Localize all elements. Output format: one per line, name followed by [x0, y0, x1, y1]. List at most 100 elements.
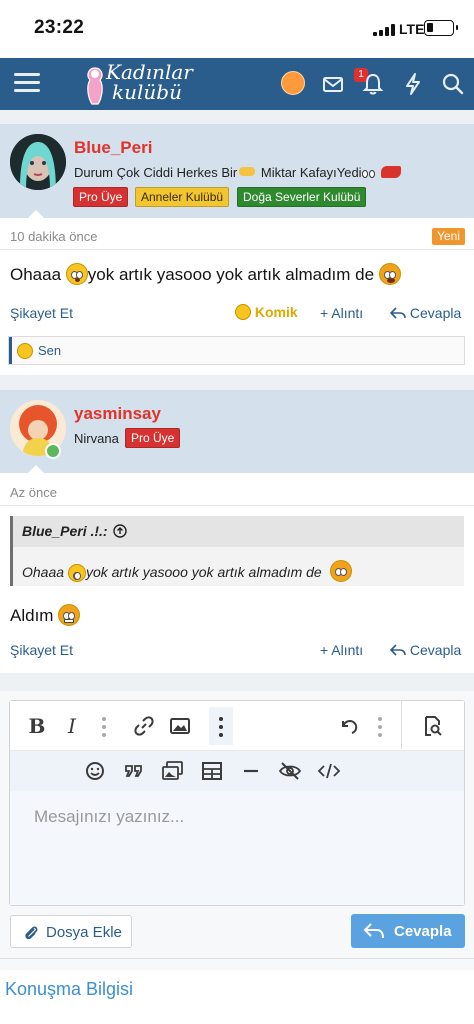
logo-figure-icon [87, 67, 103, 105]
laughing-emoji-icon [235, 304, 251, 320]
badge-doga[interactable]: Doğa Severler Kulübü [237, 187, 367, 207]
post-body: Az önce Blue_Peri .!.: Ohaaa yok artık y… [0, 465, 474, 673]
arrow-pointer [28, 210, 44, 218]
separator [0, 110, 474, 124]
badge-pro[interactable]: Pro Üye [73, 187, 129, 207]
quote-header[interactable]: Blue_Peri .!.: [13, 516, 464, 547]
hand-emoji-icon [239, 167, 256, 176]
post-body: 10 dakika önce Yeni Ohaaa yok artık yaso… [0, 210, 474, 375]
submit-reply-button[interactable]: Cevapla [351, 914, 465, 948]
post-time[interactable]: Az önce [10, 485, 57, 500]
menu-icon[interactable] [14, 71, 40, 95]
battery-icon [424, 20, 458, 36]
divider [0, 249, 474, 250]
post-time[interactable]: 10 dakika önce [10, 229, 97, 244]
message-placeholder: Mesajınızı yazınız... [34, 807, 185, 826]
badge-pro[interactable]: Pro Üye [125, 428, 181, 448]
accent-bar [9, 337, 12, 364]
report-link[interactable]: Şikayet Et [10, 305, 73, 321]
user-title-part-2: Miktar KafayıYedi [257, 165, 362, 180]
image-icon[interactable] [167, 713, 193, 739]
lightning-icon[interactable] [400, 71, 426, 97]
user-title-part-1: Durum Çok Ciddi Herkes Bir [74, 165, 238, 180]
message-editor: B I Mesajınızı yazınız... [9, 700, 465, 906]
more-icon[interactable] [101, 717, 107, 737]
dancer-emoji-icon [380, 166, 401, 178]
flushed-emoji-icon [67, 564, 86, 582]
quote-icon[interactable] [121, 758, 147, 784]
logo-text: Kadınlar kulübü [106, 62, 193, 102]
quote-block: Blue_Peri .!.: Ohaaa yok artık yasooo yo… [10, 516, 464, 586]
username[interactable]: Blue_Peri [74, 138, 152, 158]
reply-icon [389, 644, 406, 656]
shocked-emoji-icon [378, 263, 401, 285]
logo-line-1: Kadınlar [106, 60, 193, 84]
avatar[interactable] [281, 71, 305, 95]
network-label: LTE [399, 21, 425, 37]
horizontal-line-icon[interactable] [238, 758, 264, 784]
arrow-pointer [28, 465, 44, 473]
user-title: Nirvana [74, 431, 119, 446]
online-status-icon [45, 443, 61, 459]
more-icon[interactable] [377, 717, 383, 737]
italic-button[interactable]: I [59, 713, 85, 739]
eyes-emoji-icon [361, 166, 378, 178]
status-bar: 23:22 LTE [0, 0, 474, 58]
toolbar-divider [401, 701, 402, 749]
post-user-header: Blue_Peri Durum Çok Ciddi Herkes Bir Mik… [0, 124, 474, 218]
avatar[interactable] [10, 134, 66, 190]
table-icon[interactable] [199, 758, 225, 784]
user-title: Durum Çok Ciddi Herkes Bir Miktar Kafayı… [74, 165, 401, 180]
submit-reply-label: Cevapla [394, 923, 452, 940]
reaction-summary[interactable]: Sen [8, 336, 465, 365]
editor-toolbar-main: B I [10, 701, 464, 751]
quote-button[interactable]: + Alıntı [320, 642, 363, 658]
preview-icon[interactable] [420, 713, 446, 739]
mail-icon[interactable] [320, 71, 346, 97]
reply-label: Cevapla [409, 305, 462, 321]
reply-button[interactable]: Cevapla [389, 305, 462, 321]
flushed-emoji-icon [65, 263, 88, 285]
more-icon[interactable] [218, 717, 224, 737]
attach-file-button[interactable]: Dosya Ekle [10, 915, 132, 948]
quote-text: Ohaaa yok artık yasooo yok artık almadım… [22, 560, 352, 582]
username[interactable]: yasminsay [74, 404, 161, 424]
paperclip-icon [25, 926, 38, 940]
message-part-1: Ohaaa [10, 265, 66, 284]
laughing-emoji-icon [17, 343, 33, 359]
link-icon[interactable] [131, 713, 157, 739]
site-logo[interactable]: Kadınlar kulübü [82, 60, 202, 108]
quote-author-name: Blue_Peri .!.: [22, 523, 108, 539]
shocked-emoji-icon [329, 560, 352, 582]
divider [0, 505, 474, 506]
status-time: 23:22 [34, 17, 85, 38]
bell-icon[interactable] [360, 71, 386, 97]
post-message: Aldım [10, 604, 81, 626]
message-text: Aldım [10, 606, 54, 625]
separator [0, 375, 474, 390]
quote-author: Blue_Peri .!.: [22, 523, 128, 539]
post-user-header: yasminsay Nirvana Pro Üye [0, 390, 474, 473]
emoji-icon[interactable] [82, 758, 108, 784]
undo-icon[interactable] [336, 713, 362, 739]
signal-icon [373, 24, 395, 36]
hide-content-icon[interactable] [277, 758, 303, 784]
reply-button[interactable]: Cevapla [389, 642, 462, 658]
quote-button[interactable]: + Alıntı [320, 305, 363, 321]
divider [0, 958, 474, 959]
bold-button[interactable]: B [24, 713, 50, 739]
badge-anneler[interactable]: Anneler Kulübü [135, 187, 230, 207]
editor-toolbar-extra [10, 751, 464, 791]
report-link[interactable]: Şikayet Et [10, 642, 73, 658]
message-input[interactable]: Mesajınızı yazınız... [10, 791, 464, 905]
code-icon[interactable] [316, 758, 342, 784]
search-icon[interactable] [440, 71, 466, 97]
reaction-summary-text: Sen [38, 343, 62, 358]
quote-text-part-2: yok artık yasooo yok artık almadım de [85, 564, 326, 580]
gallery-icon[interactable] [160, 758, 186, 784]
reply-label: Cevapla [409, 642, 462, 658]
reply-icon [389, 307, 406, 319]
reaction-button[interactable]: Komik [235, 304, 298, 320]
arrow-up-circle-icon [113, 524, 128, 538]
conversation-info-link[interactable]: Konuşma Bilgisi [5, 979, 133, 1000]
